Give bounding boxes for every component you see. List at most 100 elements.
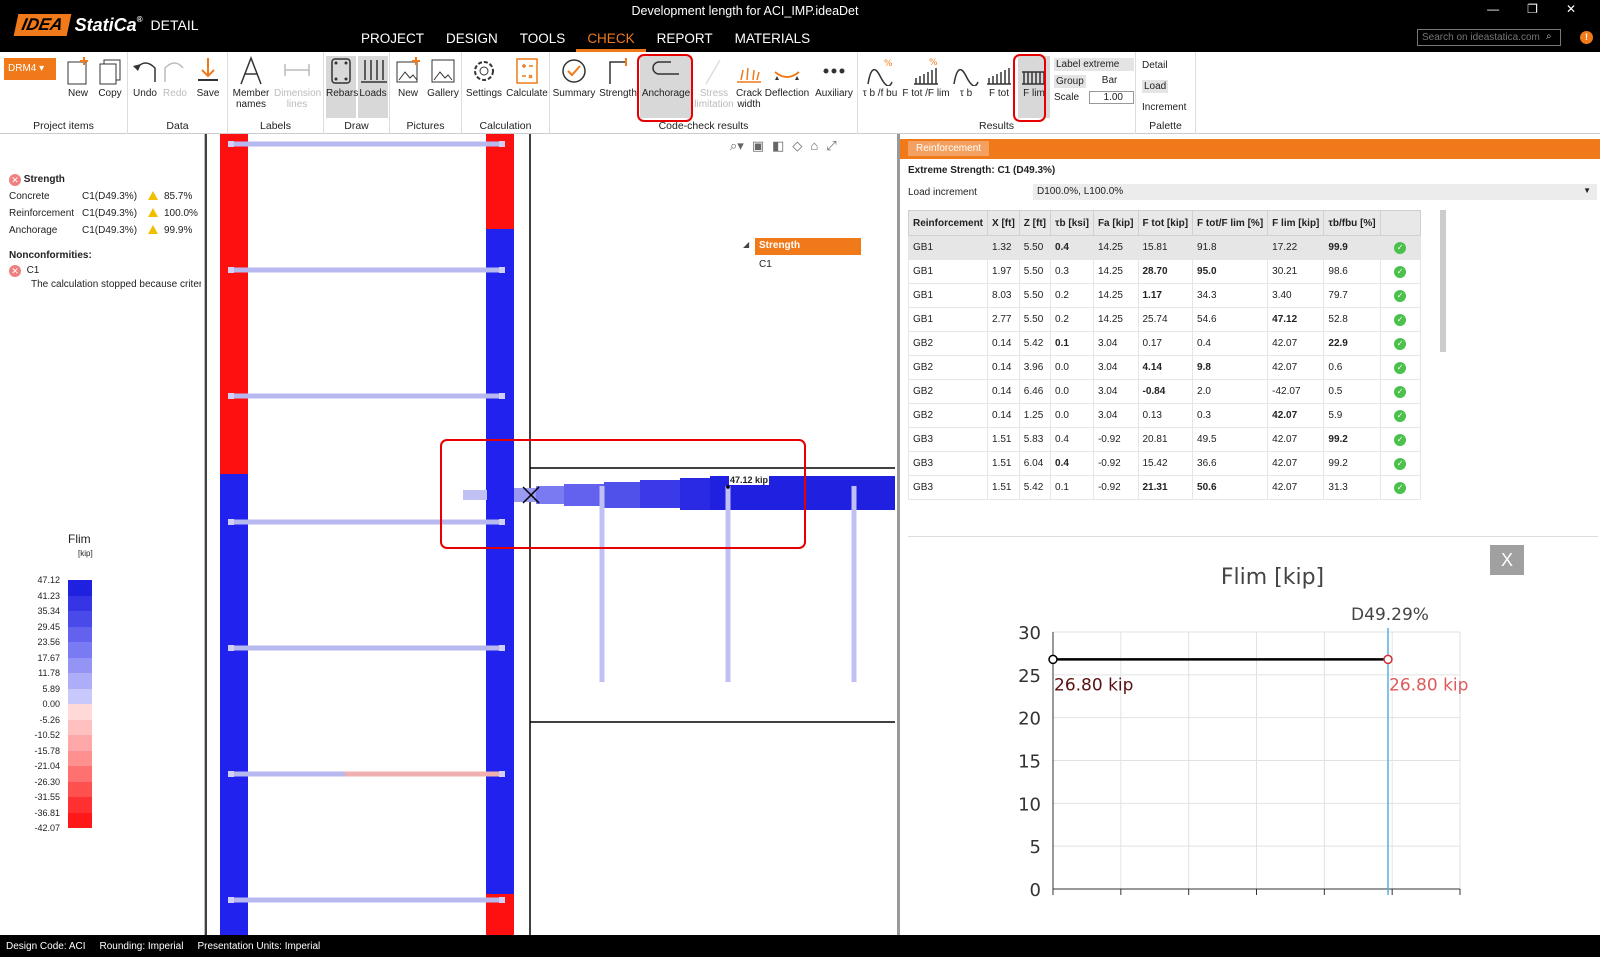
column-header[interactable]: τb [ksi] (1050, 210, 1094, 236)
column-header[interactable]: τb/fbu [%] (1323, 210, 1381, 236)
summary-button[interactable]: Summary (552, 56, 596, 99)
data-point (1048, 654, 1058, 665)
table-row[interactable]: GB3 1.51 6.04 0.4 -0.92 15.42 36.6 42.07 99.2 ✓ (908, 451, 1421, 476)
view-cube-icon[interactable]: ◧ (772, 138, 784, 154)
ribbon-group-pictures: New Gallery Pictures (390, 52, 462, 134)
table-row[interactable]: GB2 0.14 5.42 0.1 3.04 0.17 0.4 42.07 22.9 ✓ (908, 331, 1421, 356)
legend-value: 5.89 (42, 683, 60, 694)
new-item-button[interactable]: New (62, 56, 94, 99)
undo-icon (133, 62, 156, 82)
title-bar: IDEA StatiCa® DETAIL Development length … (0, 0, 1600, 52)
column-header[interactable]: F tot/F lim [%] (1192, 210, 1269, 236)
column-header[interactable]: Z [ft] (1018, 210, 1052, 236)
tree-strength-header[interactable]: Strength (755, 238, 861, 255)
redo-button[interactable]: Redo (160, 56, 190, 99)
crack-width-button[interactable]: Crack width (734, 56, 764, 110)
crack-icon (737, 67, 761, 83)
loads-toggle[interactable]: Loads (358, 56, 388, 118)
stress-limitation-button[interactable]: Stress limitation (694, 56, 734, 110)
status-cell: ✓ (1379, 331, 1421, 356)
label-extreme-toggle[interactable]: Label extreme (1054, 58, 1134, 71)
tb-fbu-button[interactable]: % τ b /f bu (860, 56, 900, 99)
minimize-button[interactable]: — (1487, 2, 1499, 16)
restore-button[interactable]: ❐ (1527, 2, 1538, 16)
legend-value: 23.56 (37, 637, 60, 647)
table-row[interactable]: GB2 0.14 1.25 0.0 3.04 0.13 0.3 42.07 5.9 ✓ (908, 403, 1421, 428)
fullscreen-icon[interactable]: ⤢ (826, 138, 836, 154)
ribbon-group-data: Undo Redo Save Data (128, 52, 228, 134)
project-selector[interactable]: DRM4 ▾ (4, 58, 56, 80)
save-button[interactable]: Save (192, 56, 224, 99)
table-scrollbar[interactable] (1440, 210, 1446, 352)
view-3d-icon[interactable]: ▣ (752, 138, 764, 154)
menu-report[interactable]: REPORT (646, 30, 724, 52)
tree-item-c1[interactable]: C1 (759, 259, 772, 270)
table-row[interactable]: GB2 0.14 6.46 0.0 3.04 -0.84 2.0 -42.07 0.5 ✓ (908, 379, 1421, 404)
group-toggle[interactable]: Group (1054, 75, 1086, 88)
table-cell: GB3 (908, 451, 989, 476)
table-cell: -0.84 (1137, 379, 1194, 404)
menu-check[interactable]: CHECK (576, 30, 646, 52)
close-button[interactable]: ✕ (1566, 2, 1576, 16)
table-row[interactable]: GB3 1.51 5.42 0.1 -0.92 21.31 50.6 42.07 31.3 ✓ (908, 475, 1421, 500)
help-icon[interactable]: ! (1580, 31, 1593, 44)
tree-collapse-icon[interactable]: ◢ (743, 240, 749, 249)
column-header[interactable]: Reinforcement (908, 210, 989, 236)
column-header[interactable]: F tot [kip] (1137, 210, 1194, 236)
new-picture-button[interactable]: New (392, 56, 424, 99)
scale-stepper[interactable]: 1.00 (1089, 91, 1134, 104)
table-cell: 0.14 (987, 403, 1020, 428)
settings-button[interactable]: Settings (464, 56, 504, 99)
check-row[interactable]: Concrete C1(D49.3%) 85.7% (9, 191, 192, 202)
group-label-labels: Labels (260, 120, 291, 132)
table-row[interactable]: GB3 1.51 5.83 0.4 -0.92 20.81 49.5 42.07 99.2 ✓ (908, 427, 1421, 452)
menu-project[interactable]: PROJECT (350, 30, 435, 52)
column-header[interactable]: F lim [kip] (1267, 210, 1325, 236)
copy-item-button[interactable]: Copy (94, 56, 126, 99)
table-row[interactable]: GB1 1.97 5.50 0.3 14.25 28.70 95.0 30.21 98.6 ✓ (908, 259, 1421, 284)
search-input[interactable] (1417, 29, 1561, 46)
table-row[interactable]: GB1 1.32 5.50 0.4 14.25 15.81 91.8 17.22 99.9 ✓ (908, 235, 1421, 260)
strength-button[interactable]: Strength (598, 56, 638, 99)
search-icon[interactable]: ⌕ (1546, 31, 1552, 42)
column-header[interactable]: Fa [kip] (1092, 210, 1139, 236)
gallery-button[interactable]: Gallery (426, 56, 460, 99)
view-plane-icon[interactable]: ◇ (792, 138, 802, 154)
table-cell: 0.5 (1323, 379, 1381, 404)
table-row[interactable]: GB1 8.03 5.50 0.2 14.25 1.17 34.3 3.40 79.7 ✓ (908, 283, 1421, 308)
rebars-toggle[interactable]: Rebars (326, 56, 358, 118)
deflection-button[interactable]: Deflection (764, 56, 810, 99)
menu-design[interactable]: DESIGN (435, 30, 509, 52)
results-table-container[interactable]: Reinforcement X [ft] Z [ft] τb [ksi] Fa [kip… (908, 210, 1448, 508)
load-increment-select[interactable]: D100.0%, L100.0% ▼ (1033, 184, 1597, 200)
palette-increment[interactable]: Increment (1142, 102, 1186, 113)
ftot-flim-button[interactable]: % F tot /F lim (902, 56, 950, 99)
check-row[interactable]: Anchorage C1(D49.3%) 99.9% (9, 225, 192, 236)
table-row[interactable]: GB1 2.77 5.50 0.2 14.25 25.74 54.6 47.12 52.8 ✓ (908, 307, 1421, 332)
table-cell: 1.32 (987, 235, 1020, 260)
member-names-button[interactable]: Member names (230, 56, 272, 110)
auxiliary-button[interactable]: Auxiliary (812, 56, 856, 99)
menu-materials[interactable]: MATERIALS (724, 30, 822, 52)
undo-button[interactable]: Undo (130, 56, 160, 99)
dimension-lines-button[interactable]: Dimension lines (274, 56, 321, 110)
zoom-icon[interactable]: ⌕▾ (730, 138, 744, 154)
menu-tools[interactable]: TOOLS (509, 30, 577, 52)
column-header[interactable] (1379, 210, 1421, 236)
bar-toggle[interactable]: Bar (1102, 75, 1118, 88)
check-row[interactable]: Reinforcement C1(D49.3%) 100.0% (9, 208, 198, 219)
table-row[interactable]: GB2 0.14 3.96 0.0 3.04 4.14 9.8 42.07 0.6 ✓ (908, 355, 1421, 380)
ftot-button[interactable]: F tot (982, 56, 1016, 99)
nonconformity-case[interactable]: ✕ C1 (9, 265, 39, 277)
tb-button[interactable]: τ b (952, 56, 980, 99)
model-viewport[interactable]: 47.12 kip ⌕▾ ▣ ◧ ◇ ⌂ ⤢ ◢ Strength C1 (205, 134, 895, 935)
column-header[interactable]: X [ft] (987, 210, 1020, 236)
tab-reinforcement[interactable]: Reinforcement (908, 141, 990, 156)
home-view-icon[interactable]: ⌂ (810, 138, 818, 154)
strength-header[interactable]: ✕ Strength (9, 174, 65, 186)
palette-detail[interactable]: Detail (1142, 60, 1168, 71)
table-cell: 0.0 (1050, 403, 1094, 428)
palette-load[interactable]: Load (1142, 80, 1169, 93)
nonconformities-title: Nonconformities: (9, 250, 92, 261)
calculate-button[interactable]: Calculate (506, 56, 548, 99)
